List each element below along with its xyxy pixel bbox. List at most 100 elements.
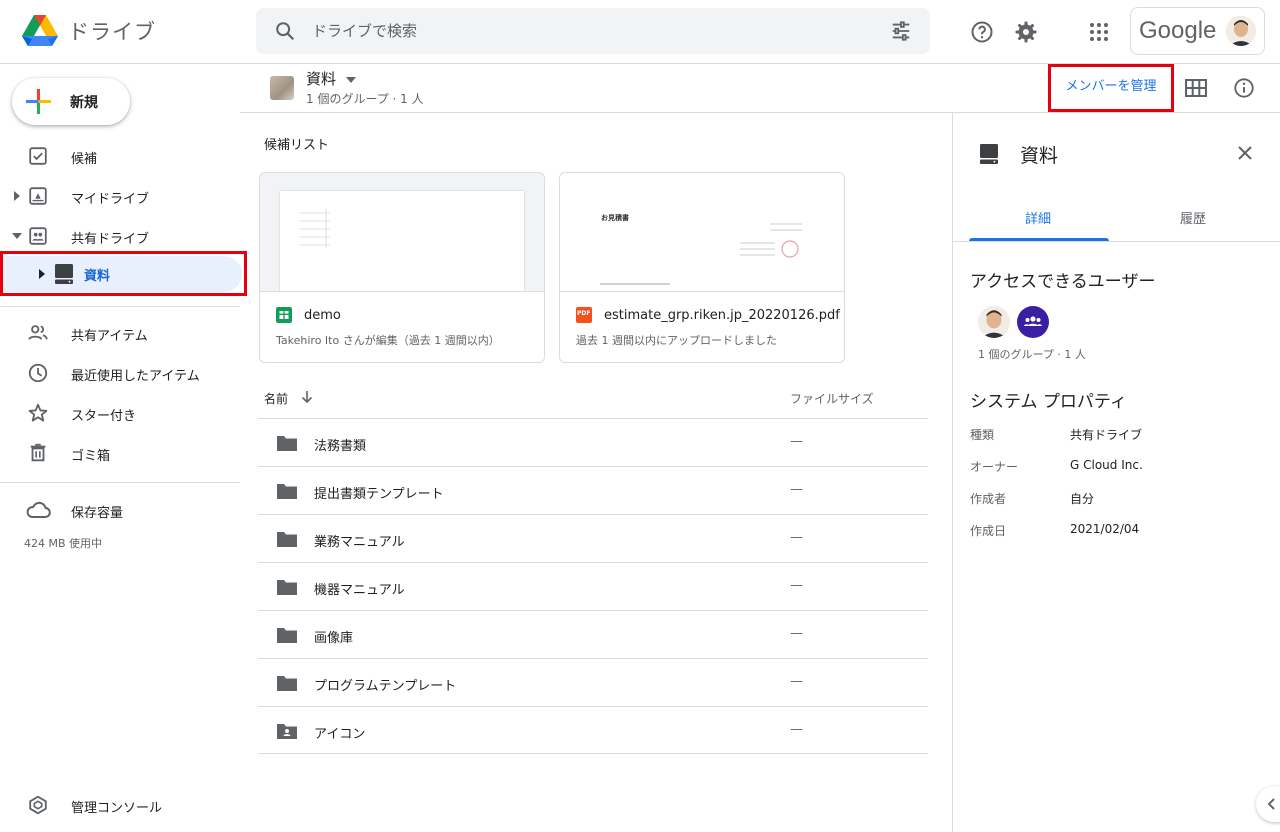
pdf-preview-heading: お見積書 [601, 214, 629, 222]
pdf-icon: PDF [576, 307, 592, 323]
suggested-file-card[interactable]: お見積書 PDF estimate_grp.riken.jp_20220126.… [559, 172, 845, 363]
clock-icon [28, 363, 48, 383]
cloud-icon [26, 501, 51, 518]
sheets-icon [276, 307, 292, 323]
google-wordmark: Google [1139, 17, 1217, 44]
folder-icon [277, 676, 297, 691]
file-name: estimate_grp.riken.jp_20220126.pdf [604, 308, 840, 323]
help-icon[interactable] [970, 20, 994, 44]
sidebar-item-shared-with-me[interactable]: 共有アイテム [0, 317, 240, 349]
group-icon [1024, 316, 1042, 326]
tab-details[interactable]: 詳細 [1025, 208, 1051, 227]
property-value: 共有ドライブ [1070, 428, 1143, 442]
file-activity: 過去 1 週間以内にアップロードしました [576, 334, 777, 347]
column-header-name[interactable]: 名前 [264, 390, 288, 407]
access-section-title: アクセスできるユーザー [970, 272, 1156, 292]
settings-gear-icon[interactable] [1014, 20, 1038, 44]
top-bar: ドライブ ドライブで検索 Google [0, 0, 1280, 64]
user-avatar[interactable] [1226, 16, 1256, 46]
close-icon[interactable] [1235, 143, 1255, 163]
sidebar-item-trash[interactable]: ゴミ箱 [0, 437, 240, 469]
suggested-check-icon [29, 147, 47, 165]
folder-icon [277, 532, 297, 547]
folder-icon [277, 436, 297, 451]
folder-name: 法務書類 [314, 439, 367, 454]
folder-name: プログラムテンプレート [314, 679, 457, 694]
search-options-icon[interactable] [890, 20, 912, 42]
sidebar-item-my-drive[interactable]: マイドライブ [0, 180, 240, 212]
sidebar-item-starred[interactable]: スター付き [0, 397, 240, 429]
search-icon[interactable] [274, 20, 296, 42]
folder-name: 業務マニュアル [314, 535, 405, 550]
sidebar-item-suggested[interactable]: 候補 [0, 140, 240, 172]
table-row[interactable]: 提出書類テンプレート — [258, 466, 928, 514]
drive-title[interactable]: 資料 [306, 68, 336, 89]
spreadsheet-preview-grid [300, 209, 330, 247]
column-header-size[interactable]: ファイルサイズ [790, 390, 874, 407]
property-key: 種類 [970, 428, 995, 442]
highlight-box [1048, 64, 1174, 112]
sidebar-divider [0, 482, 240, 483]
sidebar-item-label: スター付き [71, 409, 137, 424]
property-key: オーナー [970, 460, 1019, 474]
suggested-section-title: 候補リスト [264, 138, 330, 153]
account-switcher[interactable]: Google [1130, 7, 1265, 55]
search-bar[interactable] [256, 8, 930, 54]
chevron-left-icon [1267, 798, 1275, 810]
sidebar-item-label: 共有ドライブ [71, 232, 150, 247]
grid-view-icon[interactable] [1185, 78, 1207, 98]
new-button-label: 新規 [70, 95, 98, 111]
folder-name: 提出書類テンプレート [314, 487, 444, 502]
sidebar-divider [0, 306, 240, 307]
pdf-preview-footer-line [600, 283, 670, 285]
sort-arrow-down-icon[interactable] [300, 390, 314, 404]
pdf-icon-badge: PDF [577, 310, 591, 317]
apps-grid-icon[interactable] [1087, 20, 1111, 44]
property-key: 作成日 [970, 524, 1007, 538]
file-size: — [790, 530, 803, 545]
drive-logo-icon[interactable] [22, 14, 58, 48]
group-avatar[interactable] [1017, 306, 1049, 338]
table-row[interactable]: プログラムテンプレート — [258, 658, 928, 706]
chevron-down-icon[interactable] [345, 75, 357, 85]
folder-name: アイコン [314, 727, 366, 742]
table-row[interactable]: 機器マニュアル — [258, 562, 928, 610]
star-icon [28, 403, 48, 422]
sidebar-item-label: 最近使用したアイテム [71, 369, 200, 384]
member-avatar[interactable] [978, 306, 1010, 338]
collapse-caret-icon[interactable] [11, 230, 23, 242]
file-name: demo [304, 308, 341, 323]
file-size: — [790, 626, 803, 641]
new-button[interactable]: 新規 [12, 78, 130, 125]
table-row[interactable]: アイコン — [258, 706, 928, 754]
drive-member-summary: 1 個のグループ · 1 人 [306, 92, 424, 106]
access-count: 1 個のグループ · 1 人 [978, 348, 1086, 361]
sidebar-item-admin-console[interactable]: 管理コンソール [0, 789, 240, 821]
property-value: 2021/02/04 [1070, 522, 1140, 536]
suggested-file-card[interactable]: demo Takehiro Ito さんが編集（過去 1 週間以内） [259, 172, 545, 363]
trash-icon [30, 443, 46, 462]
file-preview: お見積書 [560, 173, 844, 292]
shared-folder-icon [277, 724, 297, 739]
info-icon[interactable] [1233, 77, 1255, 99]
sidebar-item-storage[interactable]: 保存容量 [0, 494, 240, 526]
table-row[interactable]: 法務書類 — [258, 418, 928, 466]
folder-icon [277, 484, 297, 499]
table-row[interactable]: 業務マニュアル — [258, 514, 928, 562]
table-row[interactable]: 画像庫 — [258, 610, 928, 658]
file-size: — [790, 578, 803, 593]
tab-activity[interactable]: 履歴 [1180, 208, 1206, 227]
user-avatar-image [1226, 16, 1256, 46]
admin-console-icon [29, 795, 47, 815]
storage-usage-text: 424 MB 使用中 [24, 537, 103, 550]
sidebar-item-shared-drives[interactable]: 共有ドライブ [0, 220, 240, 252]
sidebar-item-recent[interactable]: 最近使用したアイテム [0, 357, 240, 389]
file-preview [260, 173, 544, 292]
search-input[interactable] [312, 16, 872, 46]
expand-caret-icon[interactable] [11, 190, 23, 202]
folder-icon [277, 628, 297, 643]
sidebar-item-label: 候補 [71, 152, 98, 167]
sidebar-item-label: 保存容量 [71, 506, 124, 521]
property-value: G Cloud Inc. [1070, 458, 1143, 472]
member-avatar-image [978, 306, 1010, 338]
